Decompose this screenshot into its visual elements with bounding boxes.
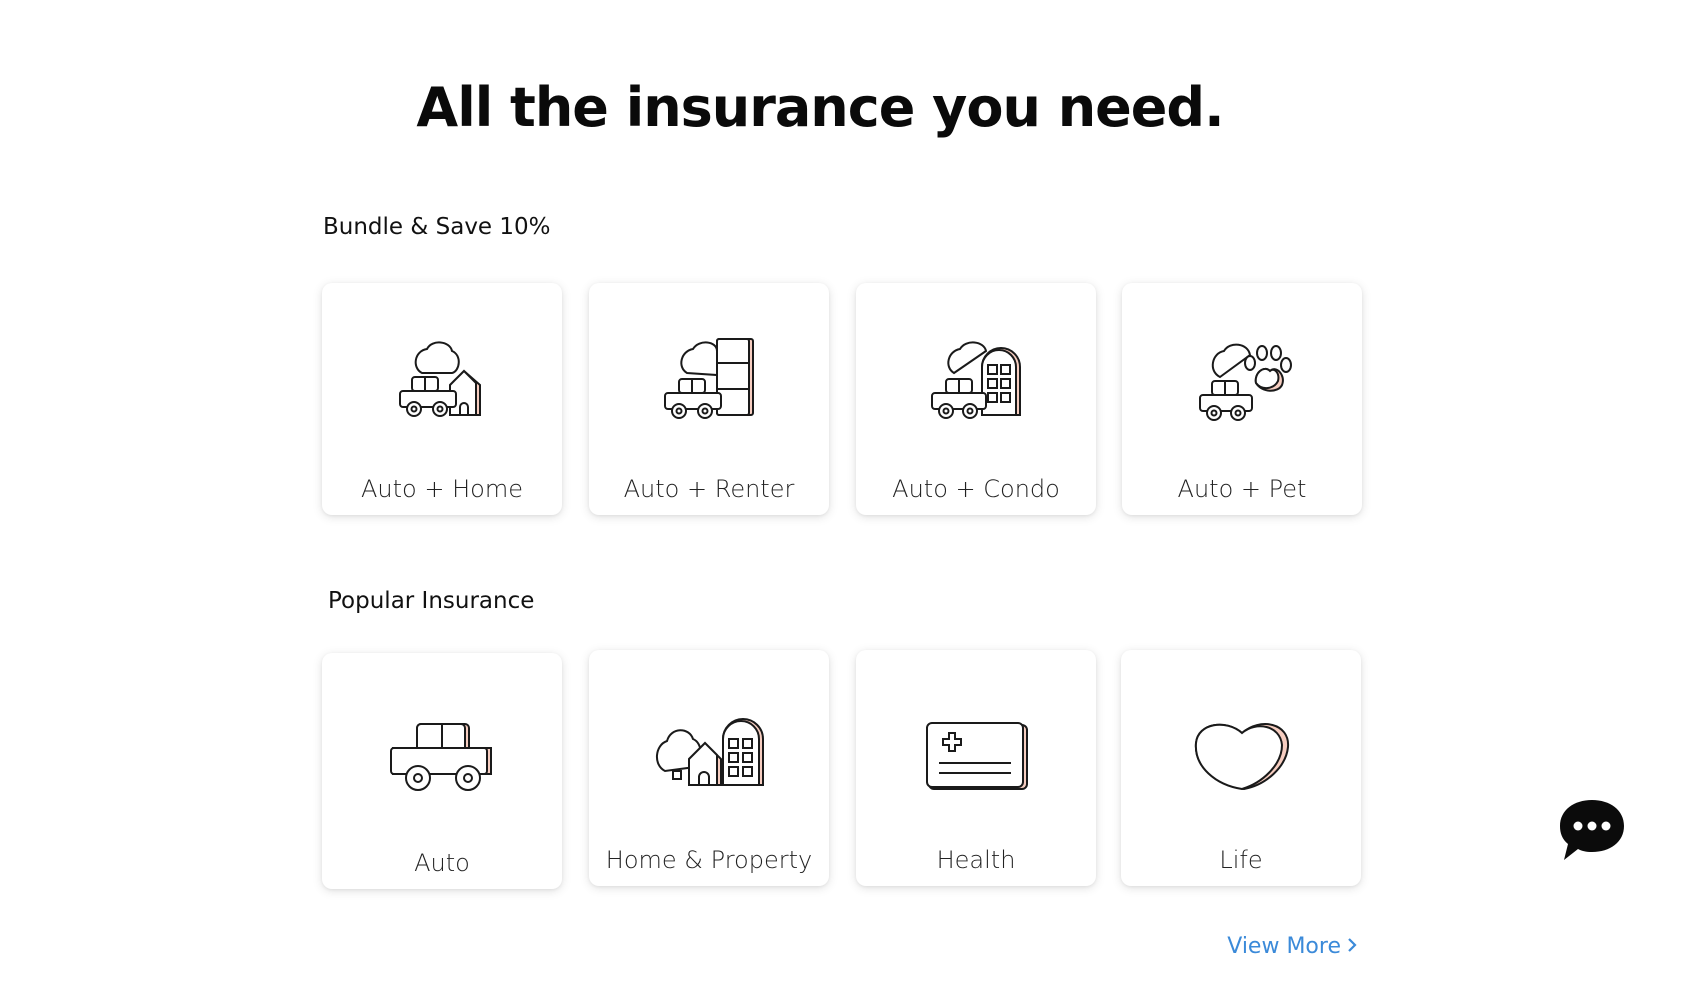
bundle-section-title: Bundle & Save 10% bbox=[323, 214, 551, 240]
card-label: Auto + Condo bbox=[892, 475, 1060, 503]
card-label: Auto + Renter bbox=[623, 475, 795, 503]
car-icon bbox=[322, 713, 562, 803]
card-auto[interactable]: Auto bbox=[322, 653, 562, 889]
card-auto-renter[interactable]: Auto + Renter bbox=[589, 283, 829, 515]
heart-icon bbox=[1121, 710, 1361, 800]
health-card-icon bbox=[856, 710, 1096, 800]
home-property-icon bbox=[589, 710, 829, 800]
view-more-link[interactable]: View More bbox=[1227, 934, 1357, 959]
chat-bubble-icon bbox=[1560, 800, 1624, 860]
card-label: Auto + Home bbox=[361, 475, 523, 503]
auto-home-icon bbox=[322, 333, 562, 423]
card-auto-home[interactable]: Auto + Home bbox=[322, 283, 562, 515]
chevron-right-icon bbox=[1347, 934, 1357, 959]
view-more-label: View More bbox=[1227, 934, 1341, 959]
auto-condo-icon bbox=[856, 333, 1096, 423]
card-health[interactable]: Health bbox=[856, 650, 1096, 886]
card-auto-pet[interactable]: Auto + Pet bbox=[1122, 283, 1362, 515]
card-home-property[interactable]: Home & Property bbox=[589, 650, 829, 886]
card-label: Health bbox=[936, 846, 1016, 874]
card-label: Auto + Pet bbox=[1177, 475, 1307, 503]
card-life[interactable]: Life bbox=[1121, 650, 1361, 886]
card-label: Auto bbox=[414, 849, 470, 877]
card-label: Home & Property bbox=[605, 846, 813, 874]
page: All the insurance you need. Bundle & Sav… bbox=[0, 0, 1687, 987]
auto-pet-icon bbox=[1122, 333, 1362, 423]
card-label: Life bbox=[1219, 846, 1263, 874]
auto-renter-icon bbox=[589, 333, 829, 423]
card-auto-condo[interactable]: Auto + Condo bbox=[856, 283, 1096, 515]
page-headline: All the insurance you need. bbox=[416, 76, 1224, 139]
chat-button[interactable] bbox=[1556, 796, 1628, 864]
popular-section-title: Popular Insurance bbox=[328, 588, 535, 614]
